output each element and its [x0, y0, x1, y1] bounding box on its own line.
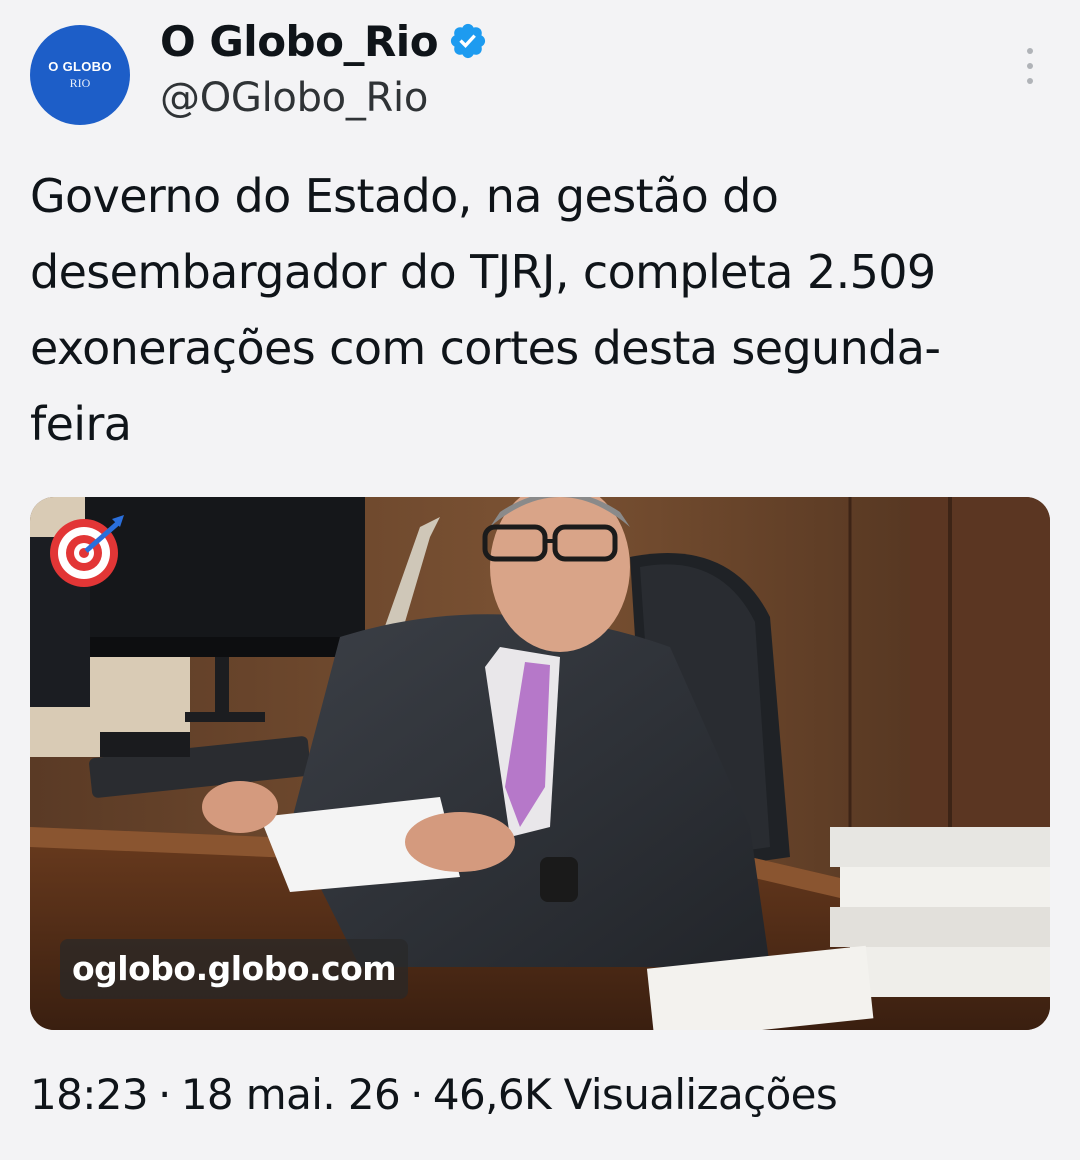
tweet-time[interactable]: 18:23 — [30, 1070, 149, 1119]
tweet-meta: 18:23 · 18 mai. 26 · 46,6K Visualizações — [30, 1070, 838, 1119]
tweet-views[interactable]: 46,6K Visualizações — [433, 1070, 838, 1119]
author-name-row: O Globo_Rio — [160, 14, 488, 68]
tweet-date[interactable]: 18 mai. 26 — [181, 1070, 401, 1119]
tweet-text: Governo do Estado, na gestão do desembar… — [30, 169, 941, 451]
link-domain-badge[interactable]: oglobo.globo.com — [60, 939, 409, 999]
avatar[interactable]: O GLOBO RIO — [30, 25, 130, 125]
tweet-media-image[interactable]: oglobo.globo.com — [30, 497, 1050, 1030]
avatar-sub-text: RIO — [69, 76, 91, 90]
verified-badge-icon — [450, 23, 486, 59]
tweet-card: O GLOBO RIO O Globo_Rio @OGlobo_Rio Gove… — [0, 0, 1080, 1160]
author-display-name[interactable]: O Globo_Rio — [160, 17, 439, 66]
author-handle[interactable]: @OGlobo_Rio — [160, 75, 428, 121]
more-vertical-icon[interactable] — [1020, 48, 1040, 84]
separator-dot: · — [158, 1070, 171, 1119]
separator-dot: · — [410, 1070, 423, 1119]
direct-hit-target-icon — [50, 515, 124, 587]
avatar-brand-text: O GLOBO — [48, 59, 112, 74]
